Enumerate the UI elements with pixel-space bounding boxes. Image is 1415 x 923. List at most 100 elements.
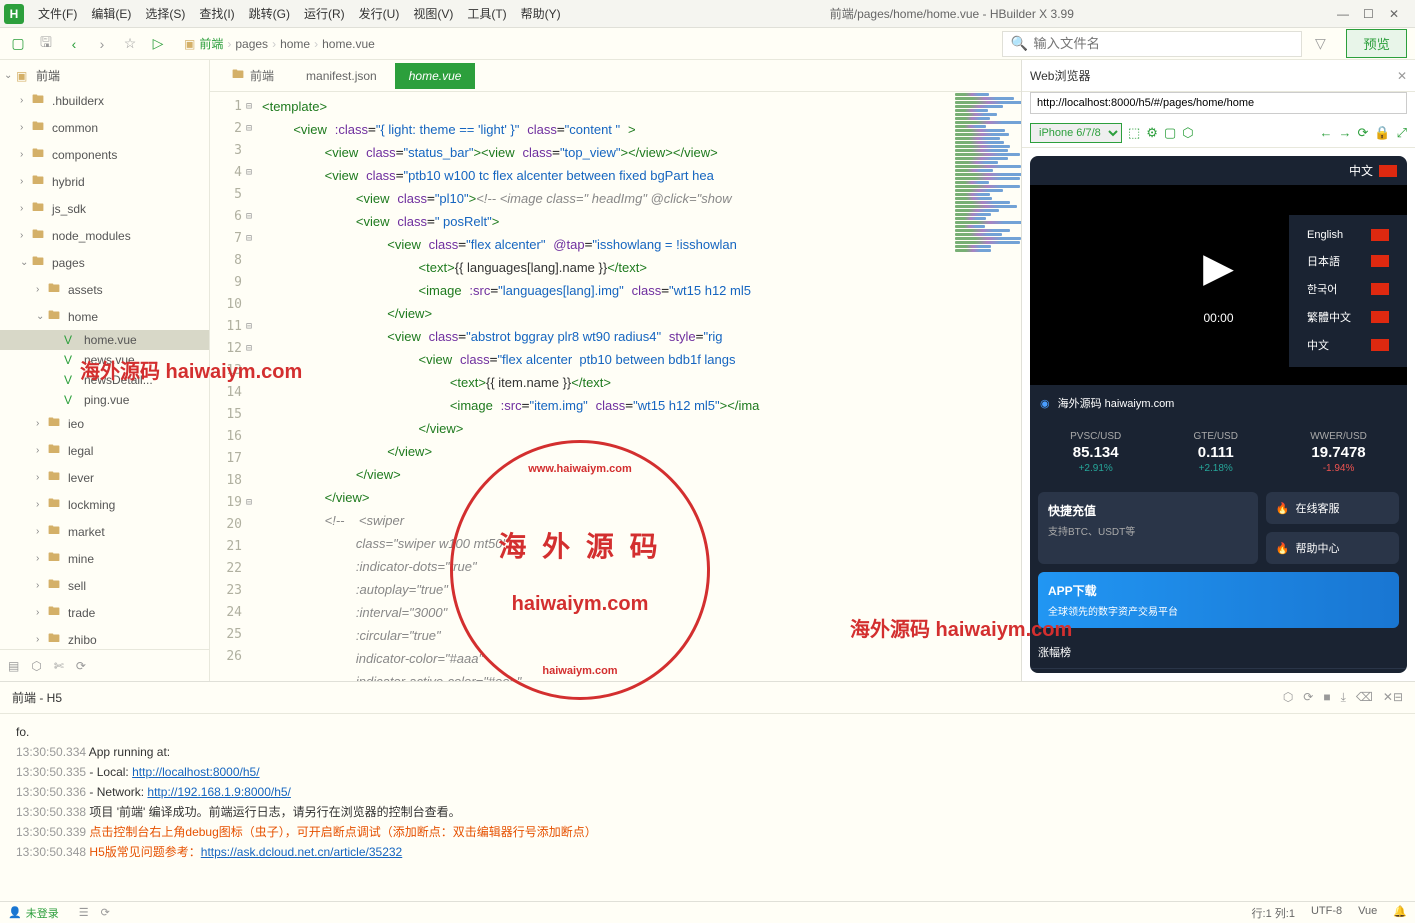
editor-tab[interactable]: 🖿前端 [218,59,288,92]
frame-icon[interactable]: ▢ [1164,125,1176,141]
tree-item[interactable]: ›🖿node_modules [0,222,209,249]
maximize-icon[interactable]: ☐ [1363,7,1377,21]
lang-item[interactable]: 繁體中文 [1297,303,1399,331]
menu-item[interactable]: 工具(T) [461,3,512,24]
encoding[interactable]: UTF-8 [1311,905,1342,921]
tree-item[interactable]: Vhome.vue [0,330,209,350]
close-icon[interactable]: ✕ [1397,69,1407,83]
breadcrumb-item[interactable]: pages [235,37,268,51]
tree-item[interactable]: ›🖿components [0,141,209,168]
menu-item[interactable]: 选择(S) [139,3,191,24]
menu-item[interactable]: 发行(U) [353,3,406,24]
menu-item[interactable]: 编辑(E) [85,3,137,24]
tree-item[interactable]: VnewsDetail... [0,370,209,390]
menu-item[interactable]: 查找(I) [193,3,240,24]
tree-item[interactable]: ›🖿assets [0,276,209,303]
forward-icon[interactable]: › [92,34,112,54]
login-status[interactable]: 未登录 [26,905,59,921]
star-icon[interactable]: ☆ [120,34,140,54]
breadcrumb-item[interactable]: home [280,37,310,51]
minimize-icon[interactable]: — [1337,7,1351,21]
gear-icon[interactable]: ⚙ [1146,125,1158,141]
cut-icon[interactable]: ✄ [54,659,64,673]
save-icon[interactable]: 🖫 [36,34,56,54]
menu-item[interactable]: 帮助(Y) [515,3,567,24]
tree-item[interactable]: ›🖿hybrid [0,168,209,195]
help-button[interactable]: 🔥帮助中心 [1266,532,1399,564]
bug-icon[interactable]: ⬡ [1182,125,1193,141]
bug-icon[interactable]: ⬡ [31,659,41,673]
back-icon[interactable]: ‹ [64,34,84,54]
quick-charge[interactable]: 快捷充值 支持BTC、USDT等 [1038,492,1258,564]
ticker[interactable]: GTE/USD0.111+2.18% [1194,431,1238,474]
tree-item[interactable]: ›🖿trade [0,599,209,626]
language-mode[interactable]: Vue [1358,905,1377,921]
minimap[interactable] [951,92,1021,681]
refresh-icon[interactable]: ⟳ [1303,690,1313,705]
current-lang[interactable]: 中文 [1349,162,1373,179]
console-output[interactable]: fo.13:30:50.334 App running at:13:30:50.… [0,714,1415,901]
toggle-icon[interactable]: ⬚ [1128,125,1140,141]
lang-item[interactable]: English [1297,223,1399,247]
close-icon[interactable]: ✕ [1389,7,1403,21]
preview-button[interactable]: 预览 [1346,29,1407,58]
new-file-icon[interactable]: ▢ [8,34,28,54]
lang-item[interactable]: 日本語 [1297,247,1399,275]
clear-icon[interactable]: ⌫ [1356,690,1373,705]
breadcrumb-item[interactable]: 前端 [199,35,223,52]
service-button[interactable]: 🔥在线客服 [1266,492,1399,524]
list-icon[interactable]: ☰ [79,906,89,919]
forward-icon[interactable]: → [1339,125,1352,140]
code-editor[interactable]: 1234567891011121314151617181920212223242… [210,92,1021,681]
terminal-icon[interactable]: ▤ [8,659,19,673]
search-input[interactable] [1033,36,1295,51]
tree-item[interactable]: ⌄🖿pages [0,249,209,276]
back-icon[interactable]: ← [1320,125,1333,140]
lang-item[interactable]: 中文 [1297,331,1399,359]
sync-icon[interactable]: ⟳ [76,659,86,673]
code-content[interactable]: <template> <view :class="{ light: theme … [262,92,951,681]
editor-tab[interactable]: home.vue [395,63,476,89]
lock-icon[interactable]: 🔒 [1374,125,1390,141]
search-icon[interactable]: 🔍 [1009,34,1029,54]
tree-item[interactable]: ›🖿lever [0,464,209,491]
export-icon[interactable]: ⤓ [1341,690,1346,705]
sync-icon[interactable]: ⟳ [101,906,110,919]
app-download-banner[interactable]: APP下载 全球领先的数字资产交易平台 [1038,572,1399,628]
tree-item[interactable]: ›🖿js_sdk [0,195,209,222]
tree-item[interactable]: ›🖿common [0,114,209,141]
tree-item[interactable]: ›🖿ieo [0,410,209,437]
tree-item[interactable]: ›🖿mine [0,545,209,572]
refresh-icon[interactable]: ⟳ [1358,125,1369,141]
tree-item[interactable]: ›🖿.hbuilderx [0,87,209,114]
ticker[interactable]: PVSC/USD85.134+2.91% [1070,431,1121,474]
tab-nav[interactable]: 涨幅榜 [1030,636,1407,668]
tree-item[interactable]: ›🖿zhibo [0,626,209,649]
stop-icon[interactable]: ■ [1323,690,1330,705]
breadcrumb-item[interactable]: home.vue [322,37,375,51]
menu-item[interactable]: 文件(F) [32,3,83,24]
filter-icon[interactable]: ▽ [1310,34,1330,54]
menu-item[interactable]: 跳转(G) [243,3,296,24]
user-icon[interactable]: 👤 [8,906,22,919]
video-player[interactable]: ▶ 00:00 English日本語한국어繁體中文中文 [1030,185,1407,385]
expand-icon[interactable]: ⤢ [1397,125,1407,141]
bell-icon[interactable]: 🔔 [1393,905,1407,921]
tree-item[interactable]: ›🖿lockming [0,491,209,518]
tree-item[interactable]: Vnews.vue [0,350,209,370]
tree-item[interactable]: Vping.vue [0,390,209,410]
editor-tab[interactable]: manifest.json [292,63,391,89]
tree-item[interactable]: ›🖿market [0,518,209,545]
run-icon[interactable]: ▷ [148,34,168,54]
play-icon[interactable]: ▶ [1203,245,1234,291]
menu-item[interactable]: 运行(R) [298,3,351,24]
menu-item[interactable]: 视图(V) [407,3,459,24]
tree-item[interactable]: ›🖿legal [0,437,209,464]
close-icon[interactable]: ✕⊟ [1383,690,1403,705]
lang-item[interactable]: 한국어 [1297,275,1399,303]
tree-item[interactable]: ⌄🖿home [0,303,209,330]
debug-icon[interactable]: ⬡ [1283,690,1293,705]
ticker[interactable]: WWER/USD19.7478-1.94% [1310,431,1367,474]
url-input[interactable] [1030,92,1407,114]
tree-root[interactable]: ⌄ ▣ 前端 [0,64,209,87]
